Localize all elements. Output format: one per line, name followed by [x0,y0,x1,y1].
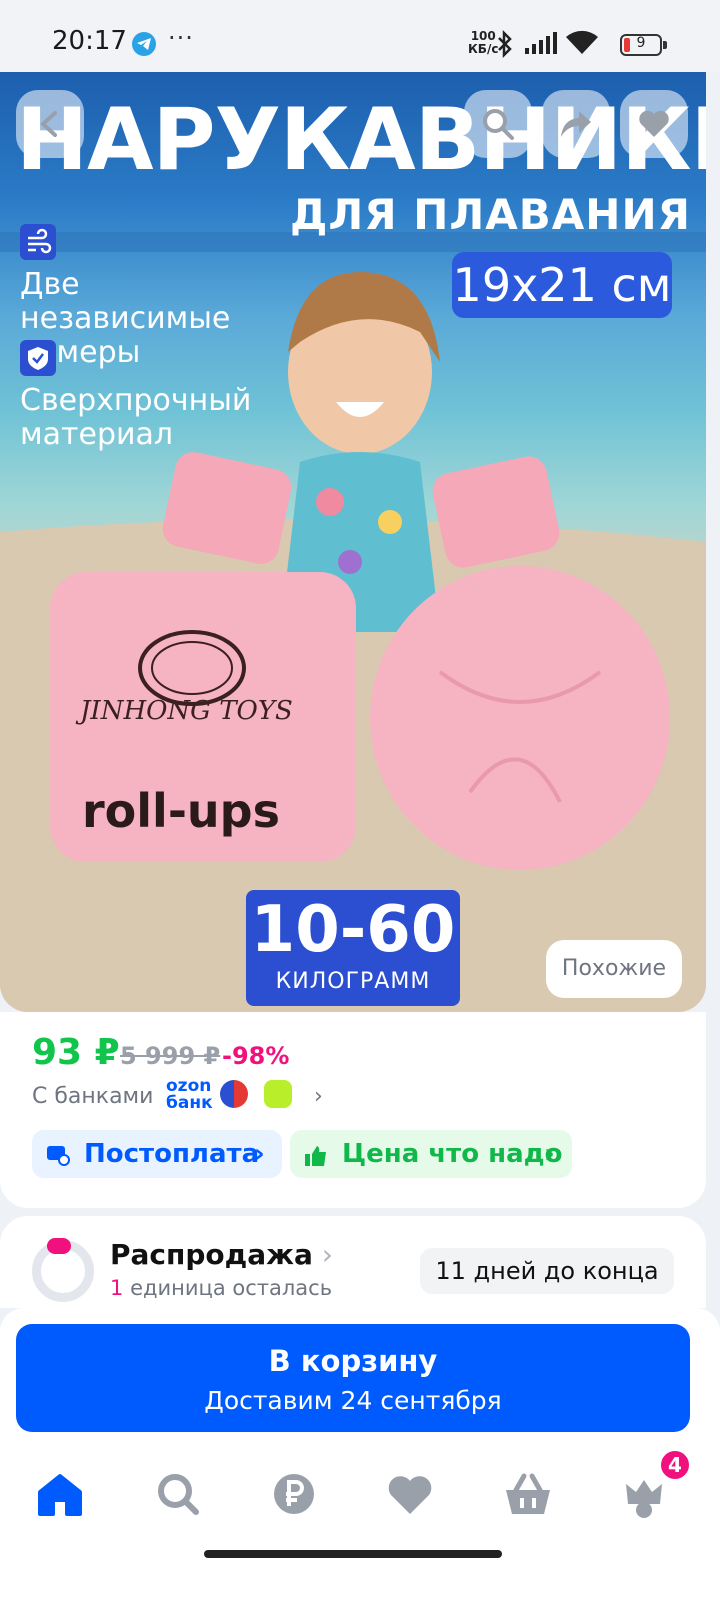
heart-icon [388,1476,432,1514]
nav-favorites[interactable] [380,1464,440,1524]
hero-subtitle: ДЛЯ ПЛАВАНИЯ [290,190,691,239]
weight-unit: КИЛОГРАММ [275,969,431,994]
chevron-right-icon[interactable]: › [314,1084,323,1109]
wifi-icon [564,30,600,60]
price-card: 93 ₽ 5 999 ₽ -98% С банками ozon банк › … [0,1012,706,1208]
nav-cart[interactable] [498,1464,558,1524]
back-arrow-icon [40,111,57,137]
weight-range: 10-60 [250,893,456,967]
add-to-cart-button[interactable]: В корзину Доставим 24 сентября [16,1324,690,1432]
ozon-bank-logo: ozon банк [166,1076,213,1113]
search-button[interactable] [464,90,532,158]
cart-panel: В корзину Доставим 24 сентября [0,1308,720,1448]
nav-finance[interactable] [264,1464,324,1524]
speed-unit: КБ/с [468,42,499,56]
card-clock-icon [47,1146,70,1166]
brand-label: JINHONG TOYS [80,696,293,726]
fair-price-button[interactable]: Цена что надо › [290,1130,572,1178]
share-button[interactable] [542,90,610,158]
basket-icon [506,1473,550,1514]
chevron-right-icon: › [254,1139,265,1169]
feature-durable-material: Сверхпрочный материал [20,383,252,452]
similar-products-button[interactable]: Похожие [546,940,682,998]
delivery-date: Доставим 24 сентября [204,1386,502,1415]
postpay-button[interactable]: Постоплата › [32,1130,282,1178]
weight-badge: 10-60 КИЛОГРАММ [246,890,460,1006]
ruble-icon [274,1474,314,1514]
old-price: 5 999 ₽ [120,1042,221,1070]
more-notifications: ··· [168,24,194,52]
stock-remaining: 1 единица осталась [110,1276,333,1300]
search-icon [158,1474,199,1515]
bottom-navigation [0,1448,720,1600]
current-price: 93 ₽ [32,1032,120,1073]
battery-level: 9 [636,35,646,51]
home-indicator[interactable] [204,1550,502,1558]
wind-icon [20,224,56,260]
cart-button-label: В корзину [268,1344,438,1378]
size-label: 19x21 см [452,252,672,318]
signal-icon [524,30,558,60]
share-icon [561,111,591,137]
bank-icon [220,1080,248,1108]
network-speed: 100 КБ/с [468,30,498,56]
chevron-right-icon: › [544,1139,555,1169]
product-image-gallery[interactable]: НАРУКАВНИКИ ДЛЯ ПЛАВАНИЯ 19x21 см Две не… [0,72,706,1012]
nav-search[interactable] [148,1464,208,1524]
feature-two-chambers: Две независимые камеры [20,267,231,370]
back-button[interactable] [16,90,84,158]
telegram-icon [132,32,156,56]
product-label: roll-ups [82,784,280,838]
cart-badge: 4 [658,1448,692,1482]
days-left-badge: 11 дней до конца [420,1248,674,1294]
shield-icon [20,340,56,376]
sale-card[interactable]: Распродажа › 1 единица осталась 11 дней … [0,1216,706,1308]
bank-icon [264,1080,292,1108]
nav-home[interactable] [30,1464,90,1524]
search-icon [483,109,514,140]
status-bar: 20:17 ··· 100 КБ/с 9 [0,0,720,72]
favorite-button[interactable] [620,90,688,158]
sale-title: Распродажа › [110,1238,334,1271]
thumbs-up-icon [305,1146,326,1166]
heart-icon [639,110,669,137]
status-time: 20:17 [52,26,127,56]
banks-label[interactable]: С банками [32,1084,153,1109]
battery-icon: 9 [620,34,662,56]
discount-label: -98% [222,1042,290,1070]
bluetooth-icon [496,29,514,62]
home-icon [38,1474,82,1516]
